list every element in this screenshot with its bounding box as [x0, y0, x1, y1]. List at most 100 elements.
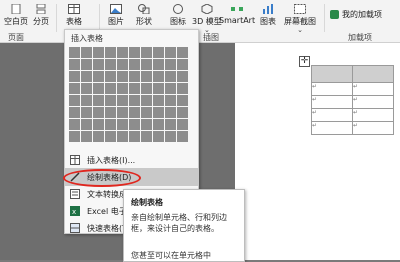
grid-cell[interactable]: [165, 47, 176, 58]
grid-cell[interactable]: [153, 131, 164, 142]
grid-cell[interactable]: [105, 107, 116, 118]
grid-cell[interactable]: [153, 59, 164, 70]
grid-cell[interactable]: [129, 47, 140, 58]
grid-cell[interactable]: [93, 71, 104, 82]
grid-cell[interactable]: [117, 71, 128, 82]
grid-cell[interactable]: [141, 95, 152, 106]
grid-cell[interactable]: [81, 95, 92, 106]
grid-cell[interactable]: [93, 95, 104, 106]
menu-item-excel-spreadsheet[interactable]: x Excel 电子表格(X): [65, 202, 141, 220]
table-cell[interactable]: ↵: [311, 121, 353, 135]
grid-cell[interactable]: [153, 47, 164, 58]
grid-cell[interactable]: [93, 131, 104, 142]
grid-cell[interactable]: [129, 119, 140, 130]
page-break-button[interactable]: 分页: [33, 3, 49, 27]
table-size-grid[interactable]: [69, 47, 188, 142]
grid-cell[interactable]: [69, 119, 80, 130]
grid-cell[interactable]: [153, 83, 164, 94]
grid-cell[interactable]: [129, 95, 140, 106]
grid-cell[interactable]: [129, 71, 140, 82]
grid-cell[interactable]: [129, 83, 140, 94]
grid-cell[interactable]: [141, 131, 152, 142]
table-cell[interactable]: ↵: [352, 82, 394, 96]
grid-cell[interactable]: [165, 71, 176, 82]
grid-cell[interactable]: [165, 95, 176, 106]
grid-cell[interactable]: [117, 59, 128, 70]
screenshot-button[interactable]: 屏幕截图 ⌄: [284, 4, 316, 34]
table-cell[interactable]: ↵: [311, 95, 353, 109]
grid-cell[interactable]: [93, 119, 104, 130]
grid-cell[interactable]: [93, 59, 104, 70]
table-cell[interactable]: ↵: [352, 121, 394, 135]
chart-button[interactable]: 图表: [260, 4, 276, 27]
grid-cell[interactable]: [81, 47, 92, 58]
grid-cell[interactable]: [129, 131, 140, 142]
grid-cell[interactable]: [81, 119, 92, 130]
grid-cell[interactable]: [105, 71, 116, 82]
table-cell[interactable]: ↵: [311, 82, 353, 96]
grid-cell[interactable]: [117, 119, 128, 130]
grid-cell[interactable]: [177, 107, 188, 118]
menu-item-text-to-table[interactable]: 文本转换成表格(V)...: [65, 185, 141, 203]
grid-cell[interactable]: [117, 95, 128, 106]
grid-cell[interactable]: [105, 95, 116, 106]
grid-cell[interactable]: [69, 131, 80, 142]
grid-cell[interactable]: [93, 83, 104, 94]
document-table[interactable]: ↵ ↵ ↵ ↵ ↵ ↵ ↵ ↵: [311, 65, 394, 135]
grid-cell[interactable]: [177, 71, 188, 82]
grid-cell[interactable]: [69, 59, 80, 70]
grid-cell[interactable]: [81, 83, 92, 94]
grid-cell[interactable]: [117, 47, 128, 58]
grid-cell[interactable]: [117, 131, 128, 142]
grid-cell[interactable]: [105, 131, 116, 142]
grid-cell[interactable]: [105, 119, 116, 130]
grid-cell[interactable]: [165, 83, 176, 94]
grid-cell[interactable]: [153, 95, 164, 106]
table-cell[interactable]: ↵: [352, 95, 394, 109]
menu-item-insert-table[interactable]: 插入表格(I)...: [65, 151, 198, 169]
grid-cell[interactable]: [117, 83, 128, 94]
grid-cell[interactable]: [69, 95, 80, 106]
grid-cell[interactable]: [105, 47, 116, 58]
grid-cell[interactable]: [69, 83, 80, 94]
grid-cell[interactable]: [177, 59, 188, 70]
blank-page-button[interactable]: 空白页: [4, 3, 28, 27]
grid-cell[interactable]: [141, 107, 152, 118]
grid-cell[interactable]: [69, 107, 80, 118]
menu-item-quick-tables[interactable]: 快速表格(T): [65, 219, 130, 237]
grid-cell[interactable]: [165, 59, 176, 70]
grid-cell[interactable]: [165, 107, 176, 118]
table-cell[interactable]: ↵: [311, 108, 353, 122]
grid-cell[interactable]: [165, 119, 176, 130]
grid-cell[interactable]: [93, 107, 104, 118]
table-cell[interactable]: ↵: [352, 108, 394, 122]
grid-cell[interactable]: [141, 59, 152, 70]
table-cell[interactable]: [352, 65, 394, 83]
grid-cell[interactable]: [105, 83, 116, 94]
grid-cell[interactable]: [177, 131, 188, 142]
icons-button[interactable]: 图标: [170, 4, 186, 27]
grid-cell[interactable]: [81, 131, 92, 142]
grid-cell[interactable]: [177, 95, 188, 106]
my-addins-button[interactable]: 我的加载项: [330, 9, 382, 20]
grid-cell[interactable]: [105, 59, 116, 70]
grid-cell[interactable]: [177, 119, 188, 130]
grid-cell[interactable]: [69, 71, 80, 82]
grid-cell[interactable]: [117, 107, 128, 118]
grid-cell[interactable]: [81, 107, 92, 118]
grid-cell[interactable]: [93, 47, 104, 58]
grid-cell[interactable]: [81, 59, 92, 70]
table-move-handle-icon[interactable]: ✛: [299, 56, 310, 67]
grid-cell[interactable]: [177, 47, 188, 58]
grid-cell[interactable]: [141, 83, 152, 94]
grid-cell[interactable]: [69, 47, 80, 58]
table-cell[interactable]: [311, 65, 353, 83]
grid-cell[interactable]: [177, 83, 188, 94]
grid-cell[interactable]: [129, 59, 140, 70]
grid-cell[interactable]: [141, 47, 152, 58]
grid-cell[interactable]: [165, 131, 176, 142]
grid-cell[interactable]: [81, 71, 92, 82]
grid-cell[interactable]: [153, 107, 164, 118]
smartart-button[interactable]: SmartArt: [219, 4, 255, 25]
grid-cell[interactable]: [141, 119, 152, 130]
